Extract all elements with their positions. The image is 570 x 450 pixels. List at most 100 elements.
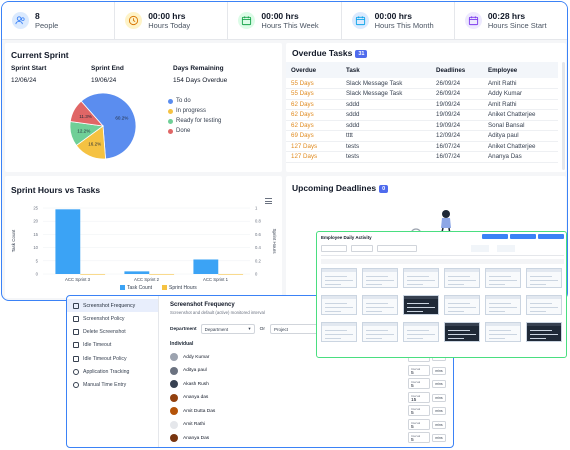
screenshot-thumbnail[interactable] [321,268,357,288]
screenshot-thumbnail[interactable] [444,322,480,342]
or-label: Or [259,326,265,332]
screenshot-thumbnail[interactable] [444,268,480,288]
sidebar-item-screenshot-policy[interactable]: Screenshot Policy [67,312,158,325]
action-button[interactable] [510,234,536,239]
cell-overdue: 127 Days [286,141,341,152]
stat-people: 8 People [2,2,116,39]
screenshot-thumbnail[interactable] [526,268,562,288]
sidebar-item-application-tracking[interactable]: Application Tracking [67,365,158,378]
screenshot-thumbnail[interactable] [485,268,521,288]
idle-icon [73,342,79,349]
table-row[interactable]: 127 Days tests 16/07/24 Aniket Chatterjee [286,141,558,152]
screenshot-thumbnail[interactable] [444,295,480,315]
bar[interactable] [149,274,175,275]
avatar [170,353,178,361]
idle-policy-icon [73,355,79,362]
table-row[interactable]: 69 Days tttt 12/09/24 Aditya paul [286,130,558,142]
cell-overdue: 62 Days [286,109,341,121]
legend-item[interactable]: Done [168,128,221,134]
legend-label[interactable]: Sprint Hours [169,285,197,291]
bar[interactable] [124,271,150,274]
card-title: Current Sprint [11,50,69,60]
bar[interactable] [193,259,219,274]
col-deadlines: Deadlines [431,62,483,78]
bar[interactable] [80,274,106,275]
screenshot-thumbnail[interactable] [362,322,398,342]
y-axis-right-label: Sprint Hours [272,228,277,254]
interval-input[interactable]: Interval 5 [408,405,430,416]
legend-item[interactable]: To do [168,98,221,104]
screenshot-thumbnail[interactable] [403,322,439,342]
stat-value: 00:00 hrs [261,10,299,21]
screenshot-thumbnail[interactable] [403,268,439,288]
unit-select[interactable]: mins [432,434,446,442]
x-tick-label: ACC Sprint 2 [134,277,160,282]
table-row[interactable]: 62 Days sddd 19/09/24 Sonal Bansal [286,120,558,131]
interval-input[interactable]: Interval 5 [408,418,430,430]
table-scrollbar[interactable] [562,62,565,170]
team-select[interactable] [351,245,373,252]
x-tick-label: ACC Sprint 3 [65,277,91,282]
action-button[interactable] [538,234,564,239]
sidebar-item-manual-time-entry[interactable]: Manual Time Entry [67,379,158,392]
employee-select[interactable] [377,245,417,252]
settings-subtitle: Screenshot and default (active) monitore… [170,310,265,315]
table-row[interactable]: 62 Days sddd 19/09/24 Amit Rathi [286,99,558,110]
cell-employee: Addy Kumar [483,88,558,100]
table-row[interactable]: 127 Days tests 16/07/24 Ananya Das [286,151,558,163]
screenshot-thumbnail[interactable] [485,295,521,315]
interval-input[interactable]: Interval 5 [408,364,430,376]
screenshot-thumbnail[interactable] [485,322,521,342]
legend-label[interactable]: Task Count [127,285,153,291]
y-right-tick-label: 0.8 [255,219,261,224]
stat-value: 00:00 hrs [148,10,186,21]
cell-deadline: 12/09/24 [431,130,483,142]
cell-overdue: 55 Days [286,78,341,89]
screenshot-thumbnail[interactable] [321,295,357,315]
screenshot-thumbnail[interactable] [526,295,562,315]
screenshot-thumbnail[interactable] [526,322,562,342]
stats-bar: 8 People 00:00 hrs Hours Today 00:00 hrs Ho… [2,2,567,40]
legend-item[interactable]: Ready for testing [168,118,221,124]
filter-row: Department Department▾ Or Project▾ [170,324,324,334]
user-name: Akash Rush [183,381,209,387]
sidebar-item-delete-screenshot[interactable]: Delete Screenshot [67,326,158,339]
unit-select[interactable]: mins [432,420,446,429]
table-row[interactable]: 55 Days Slack Message Task 26/09/24 Addy Ku… [286,88,558,100]
interval-value: 5 [411,370,414,376]
sidebar-item-screenshot-frequency[interactable]: Screenshot Frequency [67,299,158,312]
screenshot-thumbnail[interactable] [362,295,398,315]
settings-title: Screenshot Frequency [170,302,235,308]
avatar [170,380,178,388]
cell-task: tttt [341,130,431,142]
sidebar-item-idle-timeout-policy[interactable]: Idle Timeout Policy [67,352,158,365]
department-select[interactable]: Department ▾ [200,324,255,334]
bar[interactable] [55,209,81,274]
action-button[interactable] [482,234,508,239]
clock-icon [73,382,79,389]
stat-value: 00:00 hrs [374,10,412,21]
bar[interactable] [218,274,244,275]
screenshot-thumbnail[interactable] [403,295,439,315]
date-picker[interactable] [321,245,347,252]
unit-select[interactable]: mins [432,407,446,415]
legend-item[interactable]: In progress [168,108,221,114]
screenshot-thumbnail[interactable] [362,268,398,288]
sidebar-item-idle-timeout[interactable]: Idle Timeout [67,339,158,352]
screenshot-thumbnail[interactable] [321,322,357,342]
days-remaining: Days Remaining 154 Days Overdue [173,65,228,84]
table-row[interactable]: 55 Days Slack Message Task 26/09/24 Amit Ra… [286,78,558,89]
interval-input[interactable]: Interval 5 [408,378,430,389]
user-name: Ananya das [183,395,209,400]
unit-select[interactable]: mins [432,393,446,402]
unit-select[interactable]: mins [432,366,446,375]
delete-icon [73,329,79,336]
table-row[interactable]: 62 Days sddd 19/09/24 Aniket Chatterjee [286,109,558,121]
interval-input[interactable]: Interval 5 [408,432,430,443]
user-row: Akash Rush Interval 5 mins [170,377,446,391]
interval-value: 5 [411,424,414,430]
unit-select[interactable]: mins [432,380,446,388]
interval-input[interactable]: Interval 15 [408,391,430,403]
col-overdue: Overdue [286,62,341,78]
y-tick-label: 25 [33,206,38,211]
